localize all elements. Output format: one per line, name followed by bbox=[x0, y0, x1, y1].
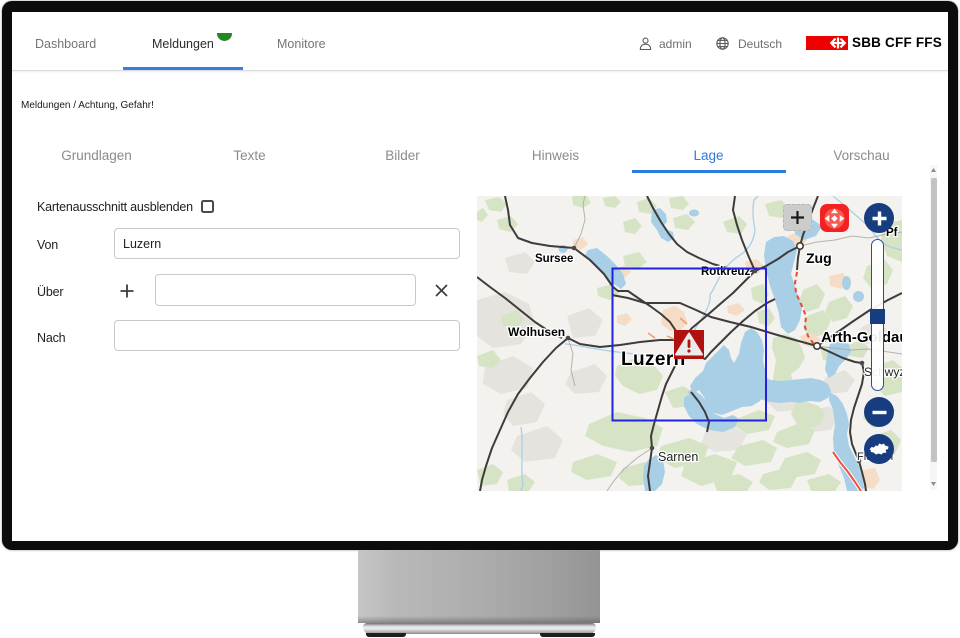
svg-text:Zug: Zug bbox=[806, 250, 832, 266]
svg-text:Sursee: Sursee bbox=[535, 253, 573, 265]
svg-text:Arth-Goldau: Arth-Goldau bbox=[821, 329, 902, 346]
svg-text:Wolhusen: Wolhusen bbox=[508, 325, 565, 339]
svg-text:Sarnen: Sarnen bbox=[658, 450, 698, 464]
